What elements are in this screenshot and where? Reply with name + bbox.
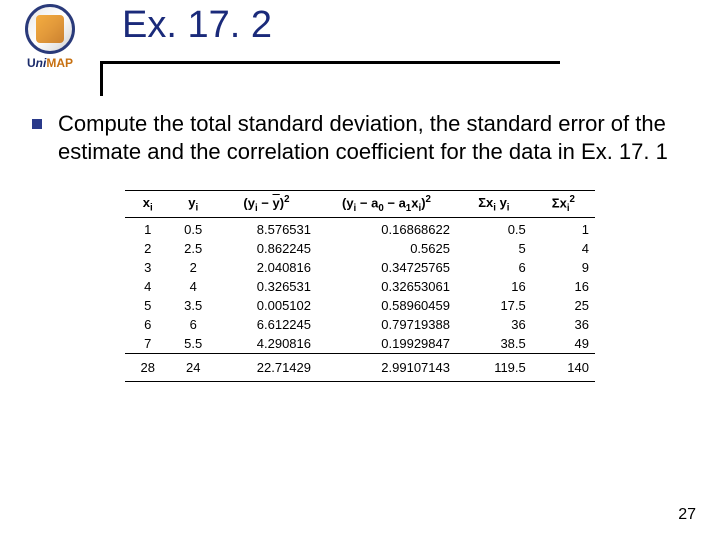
cell-x: 3 (125, 258, 170, 277)
cell-x: 1 (125, 218, 170, 240)
col-sxy: Σxi yi (456, 191, 532, 218)
cell-x: 5 (125, 296, 170, 315)
cell-c3: 2.040816 (216, 258, 317, 277)
cell-x: 4 (125, 277, 170, 296)
table-row: 10.58.5765310.168686220.51 (125, 218, 595, 240)
cell-c5: 16 (456, 277, 532, 296)
cell-c5: 0.5 (456, 218, 532, 240)
title-underline (100, 61, 560, 64)
sum-c6: 140 (532, 354, 595, 382)
cell-c5: 38.5 (456, 334, 532, 354)
cell-c6: 1 (532, 218, 595, 240)
slide-title: Ex. 17. 2 (100, 4, 700, 55)
cell-c4: 0.5625 (317, 239, 456, 258)
cell-y: 6 (170, 315, 215, 334)
col-sx2: Σxi2 (532, 191, 595, 218)
cell-c6: 25 (532, 296, 595, 315)
cell-c5: 17.5 (456, 296, 532, 315)
cell-c5: 5 (456, 239, 532, 258)
cell-y: 4 (170, 277, 215, 296)
bullet-row: Compute the total standard deviation, th… (32, 110, 688, 166)
title-block: Ex. 17. 2 (100, 0, 700, 64)
cell-c3: 0.326531 (216, 277, 317, 296)
sum-x: 28 (125, 354, 170, 382)
table-header-row: xi yi (yi − y)2 (yi − a0 − a1xi)2 Σxi yi… (125, 191, 595, 218)
table-row: 53.50.0051020.5896045917.525 (125, 296, 595, 315)
data-table-wrap: xi yi (yi − y)2 (yi − a0 − a1xi)2 Σxi yi… (125, 190, 595, 382)
cell-c6: 49 (532, 334, 595, 354)
title-vertical-line (100, 62, 103, 96)
cell-x: 7 (125, 334, 170, 354)
table-row: 440.3265310.326530611616 (125, 277, 595, 296)
sum-y: 24 (170, 354, 215, 382)
cell-x: 6 (125, 315, 170, 334)
sum-c5: 119.5 (456, 354, 532, 382)
cell-c4: 0.19929847 (317, 334, 456, 354)
col-yi: yi (170, 191, 215, 218)
col-xi: xi (125, 191, 170, 218)
cell-c5: 36 (456, 315, 532, 334)
cell-c6: 36 (532, 315, 595, 334)
cell-c3: 0.862245 (216, 239, 317, 258)
cell-c3: 4.290816 (216, 334, 317, 354)
cell-c4: 0.32653061 (317, 277, 456, 296)
cell-x: 2 (125, 239, 170, 258)
table-row: 22.50.8622450.562554 (125, 239, 595, 258)
cell-y: 3.5 (170, 296, 215, 315)
body-area: Compute the total standard deviation, th… (32, 110, 688, 382)
cell-y: 0.5 (170, 218, 215, 240)
cell-c6: 9 (532, 258, 595, 277)
cell-c3: 8.576531 (216, 218, 317, 240)
cell-c3: 6.612245 (216, 315, 317, 334)
cell-y: 2 (170, 258, 215, 277)
cell-c3: 0.005102 (216, 296, 317, 315)
body-paragraph: Compute the total standard deviation, th… (58, 110, 688, 166)
table-body: 10.58.5765310.168686220.5122.50.8622450.… (125, 218, 595, 354)
table-row: 322.0408160.3472576569 (125, 258, 595, 277)
logo-inner-icon (36, 15, 64, 43)
bullet-icon (32, 119, 42, 129)
table-sum-row: 28 24 22.71429 2.99107143 119.5 140 (125, 354, 595, 382)
logo-u: U (27, 56, 36, 70)
data-table: xi yi (yi − y)2 (yi − a0 − a1xi)2 Σxi yi… (125, 190, 595, 382)
logo-ni: ni (36, 56, 47, 70)
cell-c6: 4 (532, 239, 595, 258)
cell-c4: 0.79719388 (317, 315, 456, 334)
cell-c6: 16 (532, 277, 595, 296)
sum-c4: 2.99107143 (317, 354, 456, 382)
table-row: 666.6122450.797193883636 (125, 315, 595, 334)
table-row: 75.54.2908160.1992984738.549 (125, 334, 595, 354)
sum-c3: 22.71429 (216, 354, 317, 382)
logo-map: MAP (46, 56, 73, 70)
cell-c5: 6 (456, 258, 532, 277)
cell-c4: 0.34725765 (317, 258, 456, 277)
cell-y: 2.5 (170, 239, 215, 258)
logo: UniMAP (14, 4, 86, 80)
cell-c4: 0.58960459 (317, 296, 456, 315)
col-ssy: (yi − y)2 (216, 191, 317, 218)
logo-text: UniMAP (14, 56, 86, 70)
page-number: 27 (678, 506, 696, 524)
logo-circle (25, 4, 75, 54)
cell-y: 5.5 (170, 334, 215, 354)
cell-c4: 0.16868622 (317, 218, 456, 240)
col-ssres: (yi − a0 − a1xi)2 (317, 191, 456, 218)
